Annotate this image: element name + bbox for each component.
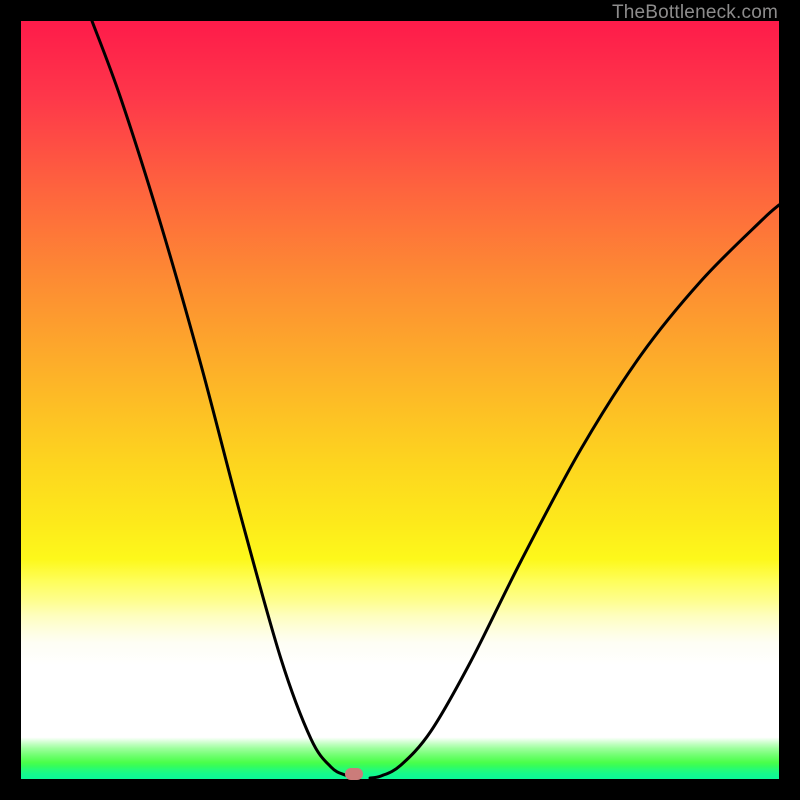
plot-area — [21, 21, 779, 779]
optimum-marker — [345, 768, 363, 780]
watermark-text: TheBottleneck.com — [612, 2, 778, 24]
